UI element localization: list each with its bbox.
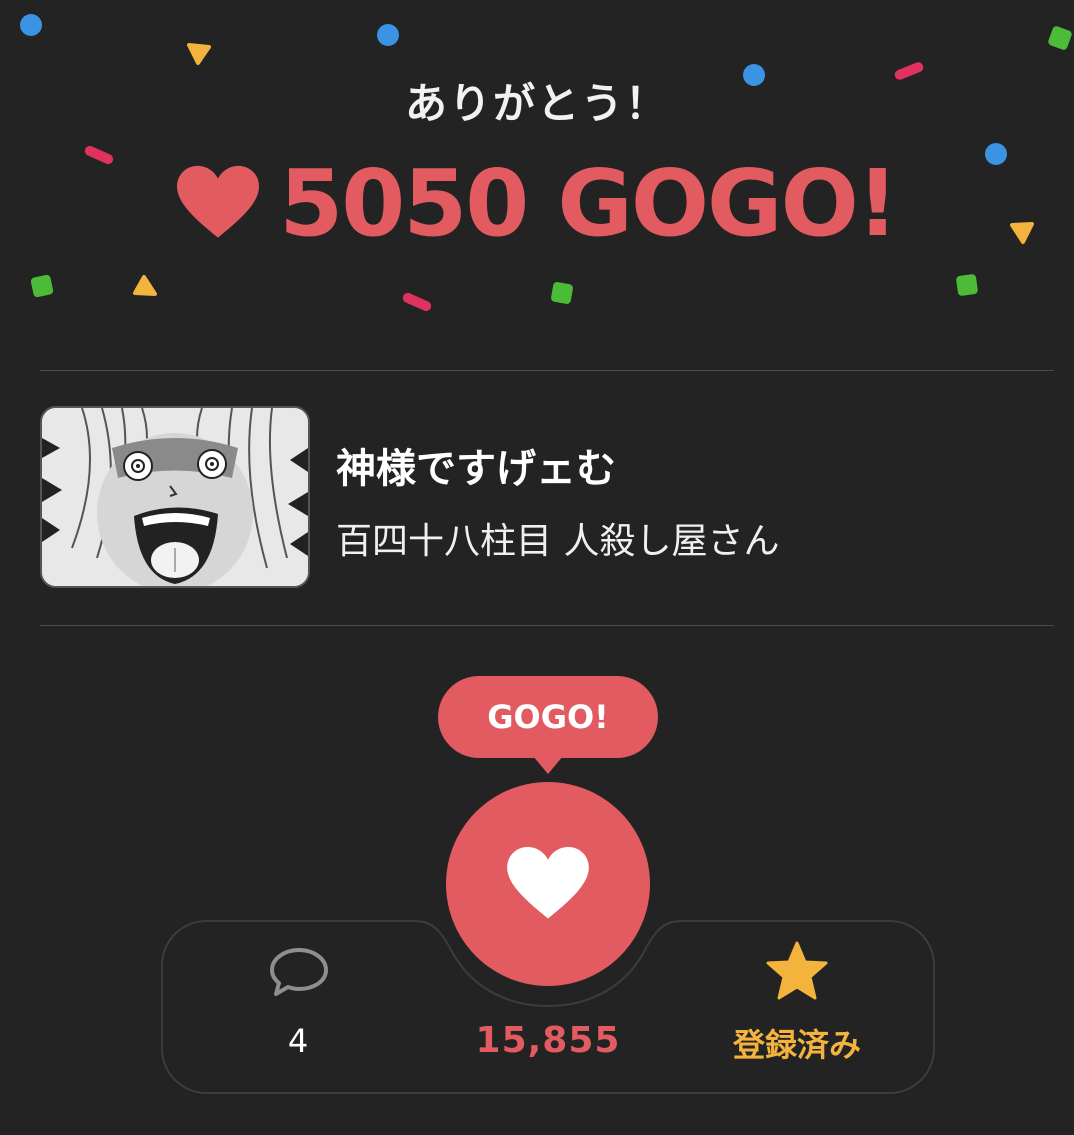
divider <box>40 625 1054 626</box>
confetti-bar <box>401 291 433 313</box>
heart-icon <box>177 165 260 238</box>
thanks-message: ありがとう！ <box>404 79 669 128</box>
gogo-count: 15,855 <box>475 1020 621 1061</box>
comment-count: 4 <box>287 1022 309 1060</box>
speech-bubble-icon[interactable] <box>268 946 330 998</box>
manga-thumbnail[interactable] <box>40 406 310 588</box>
episode-title: 百四十八柱目 人殺し屋さん <box>336 521 780 562</box>
gogo-tooltip-tail <box>533 756 563 774</box>
confetti-triangle <box>133 275 157 296</box>
confetti-dot <box>20 14 42 36</box>
confetti-square <box>30 274 54 298</box>
bookmark-status[interactable]: 登録済み <box>722 1020 872 1066</box>
gogo-total-text: 5050 GOGO! <box>279 149 898 257</box>
star-icon[interactable] <box>764 940 830 1002</box>
manga-illustration <box>42 408 308 586</box>
divider <box>40 370 1054 371</box>
gogo-button[interactable] <box>446 782 650 986</box>
heart-icon <box>507 847 589 919</box>
confetti-square <box>955 273 979 297</box>
gogo-total: 5050 GOGO! <box>0 148 1074 258</box>
gogo-tooltip: GOGO! <box>438 676 658 758</box>
confetti-square <box>550 281 574 305</box>
confetti-dot <box>377 24 399 46</box>
confetti-triangle <box>187 43 211 65</box>
confetti-square <box>1047 25 1073 51</box>
work-title[interactable]: 神様ですげェむ <box>336 436 616 494</box>
